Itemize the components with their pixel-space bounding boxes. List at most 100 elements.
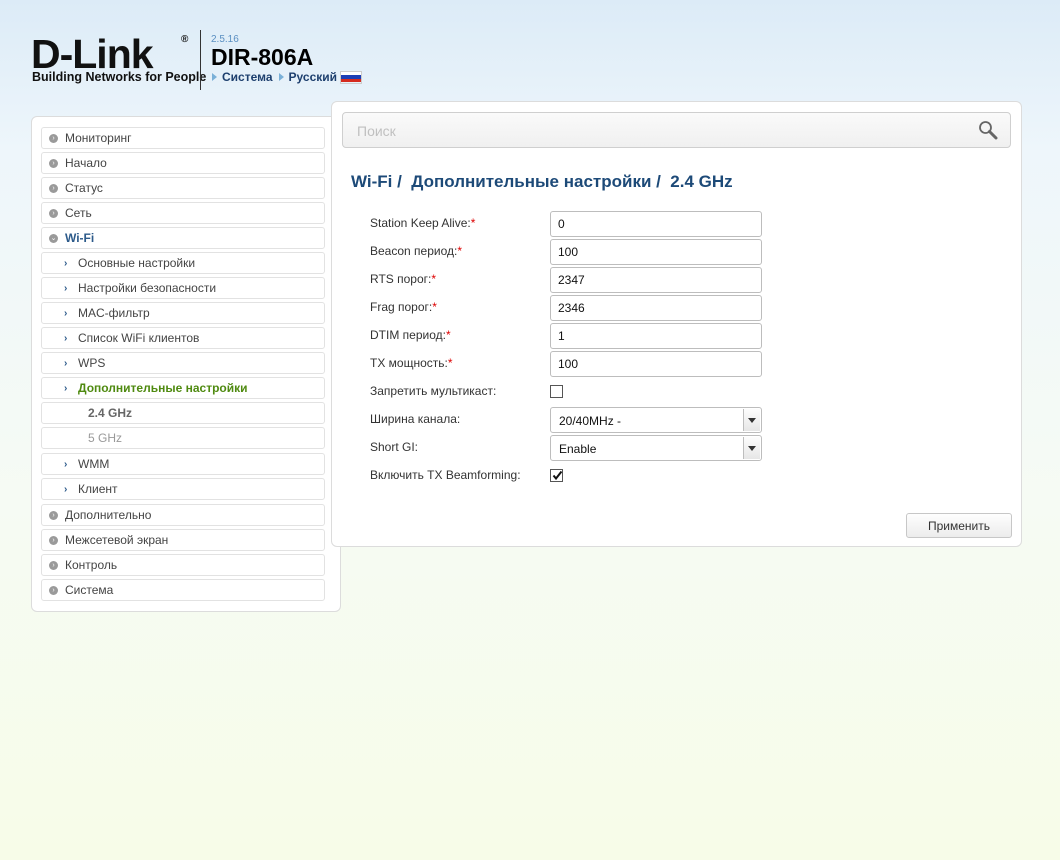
tx-power-input[interactable] — [550, 351, 762, 377]
sidebar-item-mac-filter[interactable]: › MAC-фильтр — [41, 302, 325, 324]
search-input[interactable] — [343, 113, 959, 149]
field-label: Short GI: — [370, 440, 419, 454]
sidebar-item-label: Дополнительные настройки — [78, 381, 248, 395]
language-link[interactable]: Русский — [289, 70, 338, 84]
keep-alive-input[interactable] — [550, 211, 762, 237]
sidebar-item-label: Контроль — [65, 558, 118, 572]
sidebar-item-wifi[interactable]: ⌄ Wi-Fi — [41, 227, 325, 249]
required-mark: * — [457, 244, 462, 258]
sidebar-item-24ghz[interactable]: 2.4 GHz — [41, 402, 325, 424]
chevron-down-icon — [743, 409, 760, 431]
russia-flag-icon[interactable] — [340, 70, 363, 84]
sidebar-item-client[interactable]: › Клиент — [41, 478, 325, 500]
frag-threshold-input[interactable] — [550, 295, 762, 321]
sidebar-item-label: Основные настройки — [78, 256, 196, 270]
header-links: Система Русский — [212, 70, 363, 84]
tx-beamforming-checkbox[interactable] — [550, 469, 563, 482]
sidebar-item-advanced[interactable]: › Дополнительно — [41, 504, 325, 526]
field-row-tx-power: TX мощность:* — [370, 351, 770, 377]
system-link[interactable]: Система — [222, 70, 273, 84]
field-row-rts: RTS порог:* — [370, 267, 770, 293]
field-label: Frag порог:* — [370, 300, 437, 314]
collapse-icon: ⌄ — [49, 233, 58, 243]
dtim-period-input[interactable] — [550, 323, 762, 349]
sidebar-item-wifi-advanced[interactable]: › Дополнительные настройки — [41, 377, 325, 399]
sidebar-item-firewall[interactable]: › Межсетевой экран — [41, 529, 325, 551]
channel-width-select[interactable]: 20/40MHz - — [550, 407, 762, 433]
field-label: Beacon период:* — [370, 244, 462, 258]
main-panel: Wi-Fi / Дополнительные настройки / 2.4 G… — [331, 101, 1022, 547]
search-icon[interactable] — [978, 120, 998, 140]
sidebar-nav: › Мониторинг › Начало › Статус › Сеть ⌄ … — [31, 116, 341, 612]
sidebar-item-label: Wi-Fi — [65, 231, 95, 245]
field-label: DTIM период:* — [370, 328, 451, 342]
field-row-bandwidth: Ширина канала: 20/40MHz - — [370, 407, 770, 433]
chevron-right-icon: › — [64, 458, 68, 470]
sidebar-item-5ghz[interactable]: 5 GHz — [41, 427, 325, 449]
field-row-multicast: Запретить мультикаст: — [370, 379, 770, 405]
sidebar-item-label: WMM — [78, 457, 110, 471]
select-value: Enable — [559, 442, 597, 456]
field-label: Включить TX Beamforming: — [370, 468, 521, 482]
expand-icon: › — [49, 560, 58, 570]
rts-threshold-input[interactable] — [550, 267, 762, 293]
sidebar-item-label: Статус — [65, 181, 103, 195]
sidebar-item-wps[interactable]: › WPS — [41, 352, 325, 374]
disable-multicast-checkbox[interactable] — [550, 385, 563, 398]
dlink-logo: D-Link ® Building Networks for People — [31, 34, 206, 86]
chevron-right-icon: › — [64, 282, 68, 294]
header-divider — [200, 30, 201, 90]
expand-icon: › — [49, 585, 58, 595]
field-row-dtim: DTIM период:* — [370, 323, 770, 349]
sidebar-item-wifi-clients[interactable]: › Список WiFi клиентов — [41, 327, 325, 349]
sidebar-item-label: Межсетевой экран — [65, 533, 169, 547]
expand-icon: › — [49, 535, 58, 545]
sidebar-item-control[interactable]: › Контроль — [41, 554, 325, 576]
sidebar-item-start[interactable]: › Начало — [41, 152, 325, 174]
device-model: DIR-806A — [211, 44, 314, 70]
expand-icon: › — [49, 510, 58, 520]
field-row-short-gi: Short GI: Enable — [370, 435, 770, 461]
sidebar-item-label: Дополнительно — [65, 508, 152, 522]
sidebar-item-label: MAC-фильтр — [78, 306, 150, 320]
logo-registered-mark: ® — [181, 34, 189, 45]
chevron-down-icon — [743, 437, 760, 459]
chevron-right-icon: › — [64, 483, 68, 495]
expand-icon: › — [49, 158, 58, 168]
sidebar-item-label: Сеть — [65, 206, 92, 220]
chevron-right-icon: › — [64, 257, 68, 269]
short-gi-select[interactable]: Enable — [550, 435, 762, 461]
logo-tagline: Building Networks for People — [32, 70, 207, 84]
search-box — [342, 112, 1011, 149]
expand-icon: › — [49, 208, 58, 218]
sidebar-item-label: 2.4 GHz — [88, 406, 133, 420]
beacon-period-input[interactable] — [550, 239, 762, 265]
sidebar-item-status[interactable]: › Статус — [41, 177, 325, 199]
chevron-right-icon: › — [64, 307, 68, 319]
expand-icon: › — [49, 133, 58, 143]
sidebar-item-label: Мониторинг — [65, 131, 132, 145]
apply-button[interactable]: Применить — [906, 513, 1012, 538]
sidebar-item-label: Клиент — [78, 482, 118, 496]
required-mark: * — [432, 300, 437, 314]
sidebar-item-label: Настройки безопасности — [78, 281, 217, 295]
field-row-keep-alive: Station Keep Alive:* — [370, 211, 770, 237]
sidebar-item-wmm[interactable]: › WMM — [41, 453, 325, 475]
chevron-right-icon: › — [64, 382, 68, 394]
field-label: TX мощность:* — [370, 356, 453, 370]
field-row-beamforming: Включить TX Beamforming: — [370, 463, 770, 489]
field-row-beacon: Beacon период:* — [370, 239, 770, 265]
field-label: RTS порог:* — [370, 272, 437, 286]
sidebar-item-network[interactable]: › Сеть — [41, 202, 325, 224]
sidebar-item-label: Список WiFi клиентов — [78, 331, 200, 345]
expand-icon: › — [49, 183, 58, 193]
sidebar-item-system[interactable]: › Система — [41, 579, 325, 601]
arrow-right-icon — [278, 73, 284, 81]
chevron-right-icon: › — [64, 332, 68, 344]
sidebar-item-label: 5 GHz — [88, 431, 123, 445]
field-label: Ширина канала: — [370, 412, 461, 426]
sidebar-item-wifi-security[interactable]: › Настройки безопасности — [41, 277, 325, 299]
field-label: Station Keep Alive:* — [370, 216, 476, 230]
sidebar-item-monitoring[interactable]: › Мониторинг — [41, 127, 325, 149]
sidebar-item-wifi-basic[interactable]: › Основные настройки — [41, 252, 325, 274]
